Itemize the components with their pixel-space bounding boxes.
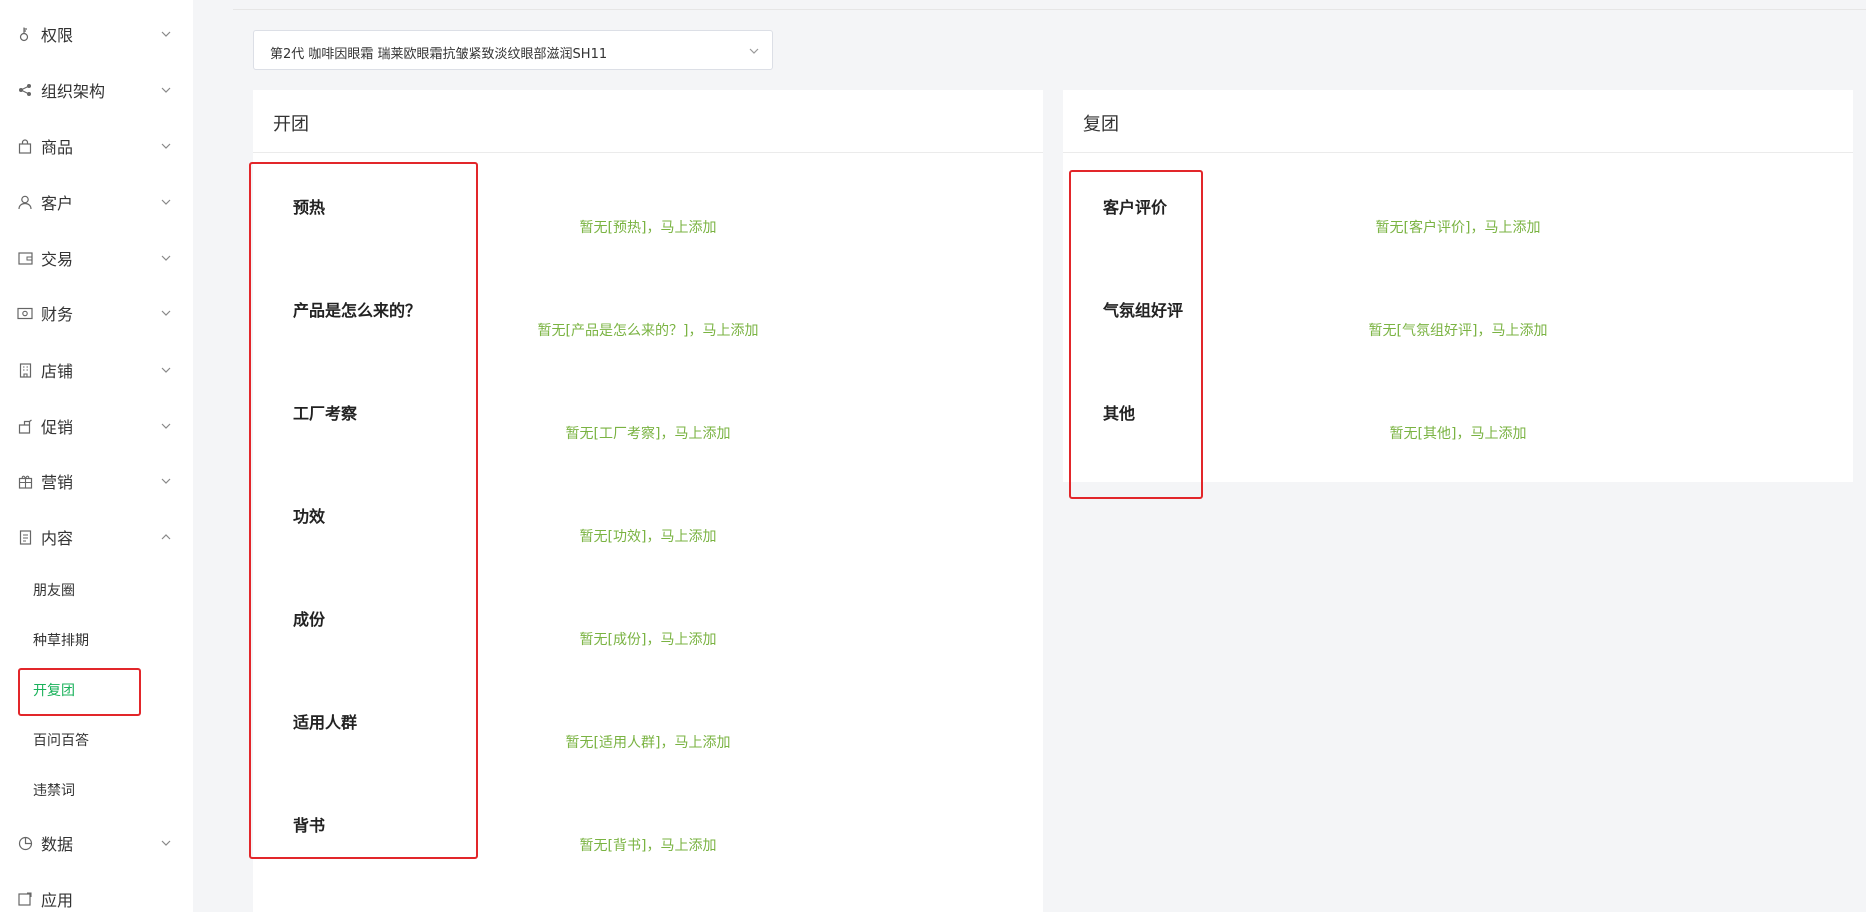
sidebar-subitem-seeding-schedule[interactable]: 种草排期 [33, 630, 89, 650]
sidebar-item-label: 商品 [41, 138, 74, 157]
money-icon [17, 305, 33, 321]
add-link[interactable]: 暂无[产品是怎么来的？]，马上添加 [538, 320, 759, 340]
pie-chart-icon [17, 835, 33, 851]
add-link[interactable]: 暂无[预热]，马上添加 [580, 217, 717, 237]
sidebar-item-label: 权限 [41, 26, 74, 45]
chevron-down-icon [749, 48, 759, 54]
add-link[interactable]: 暂无[成份]，马上添加 [580, 629, 717, 649]
sidebar-item-products[interactable]: 商品 [0, 124, 193, 168]
sidebar-item-marketing[interactable]: 营销 [0, 459, 193, 503]
sidebar-item-label: 组织架构 [41, 82, 106, 101]
promotion-icon [17, 418, 33, 434]
product-select[interactable]: 第2代 咖啡因眼霜 瑞莱欧眼霜抗皱紧致淡纹眼部滋润SH11 [253, 30, 773, 70]
add-link[interactable]: 暂无[工厂考察]，马上添加 [566, 423, 731, 443]
card-title: 复团 [1083, 114, 1119, 135]
sidebar-subitem-moments[interactable]: 朋友圈 [33, 580, 75, 600]
annotation-highlight-box [249, 162, 478, 859]
sidebar-item-label: 数据 [41, 835, 74, 854]
product-select-value: 第2代 咖啡因眼霜 瑞莱欧眼霜抗皱紧致淡纹眼部滋润SH11 [270, 47, 608, 62]
sidebar-item-label: 财务 [41, 305, 74, 324]
chevron-down-icon [161, 255, 171, 261]
add-link[interactable]: 暂无[适用人群]，马上添加 [566, 732, 731, 752]
add-link[interactable]: 暂无[气氛组好评]，马上添加 [1369, 320, 1548, 340]
gift-icon [17, 473, 33, 489]
wallet-icon [17, 250, 33, 266]
sidebar-item-data[interactable]: 数据 [0, 821, 193, 865]
sidebar-item-promotions[interactable]: 促销 [0, 404, 193, 448]
chevron-down-icon [161, 840, 171, 846]
chevron-down-icon [161, 199, 171, 205]
user-icon [17, 194, 33, 210]
sidebar: 权限 组织架构 商品 客户 交易 财务 店铺 促销 营销 内容 朋友圈 种草排期… [0, 0, 193, 912]
sidebar-item-label: 营销 [41, 473, 74, 492]
sidebar-item-finance[interactable]: 财务 [0, 291, 193, 335]
add-link[interactable]: 暂无[背书]，马上添加 [580, 835, 717, 855]
sidebar-item-label: 交易 [41, 250, 74, 269]
sidebar-item-label: 内容 [41, 529, 74, 548]
chevron-down-icon [161, 143, 171, 149]
chevron-down-icon [161, 367, 171, 373]
sidebar-item-permissions[interactable]: 权限 [0, 12, 193, 56]
chevron-down-icon [161, 31, 171, 37]
card-header: 复团 [1063, 90, 1853, 153]
annotation-highlight-box [1069, 170, 1203, 499]
bag-icon [17, 138, 33, 154]
sidebar-item-transactions[interactable]: 交易 [0, 236, 193, 280]
building-icon [17, 362, 33, 378]
sidebar-item-content[interactable]: 内容 [0, 515, 193, 559]
sidebar-item-organization[interactable]: 组织架构 [0, 68, 193, 112]
sidebar-subitem-faq[interactable]: 百问百答 [33, 730, 89, 750]
sidebar-item-apps[interactable]: 应用 [0, 877, 193, 912]
key-icon [17, 26, 33, 42]
sidebar-item-customers[interactable]: 客户 [0, 180, 193, 224]
chevron-down-icon [161, 87, 171, 93]
annotation-highlight-box [18, 668, 141, 716]
chevron-down-icon [161, 310, 171, 316]
chevron-up-icon [161, 534, 171, 540]
document-icon [17, 529, 33, 545]
add-link[interactable]: 暂无[其他]，马上添加 [1390, 423, 1527, 443]
app-icon [17, 891, 33, 907]
sidebar-item-label: 店铺 [41, 362, 74, 381]
share-icon [17, 82, 33, 98]
sidebar-item-label: 促销 [41, 418, 74, 437]
sidebar-item-stores[interactable]: 店铺 [0, 348, 193, 392]
add-link[interactable]: 暂无[客户评价]，马上添加 [1376, 217, 1541, 237]
card-header: 开团 [253, 90, 1043, 153]
add-link[interactable]: 暂无[功效]，马上添加 [580, 526, 717, 546]
sidebar-item-label: 客户 [41, 194, 74, 213]
chevron-down-icon [161, 423, 171, 429]
sidebar-subitem-banned-words[interactable]: 违禁词 [33, 780, 75, 800]
card-title: 开团 [273, 114, 309, 135]
header-divider [233, 9, 1866, 10]
chevron-down-icon [161, 478, 171, 484]
sidebar-item-label: 应用 [41, 891, 74, 910]
